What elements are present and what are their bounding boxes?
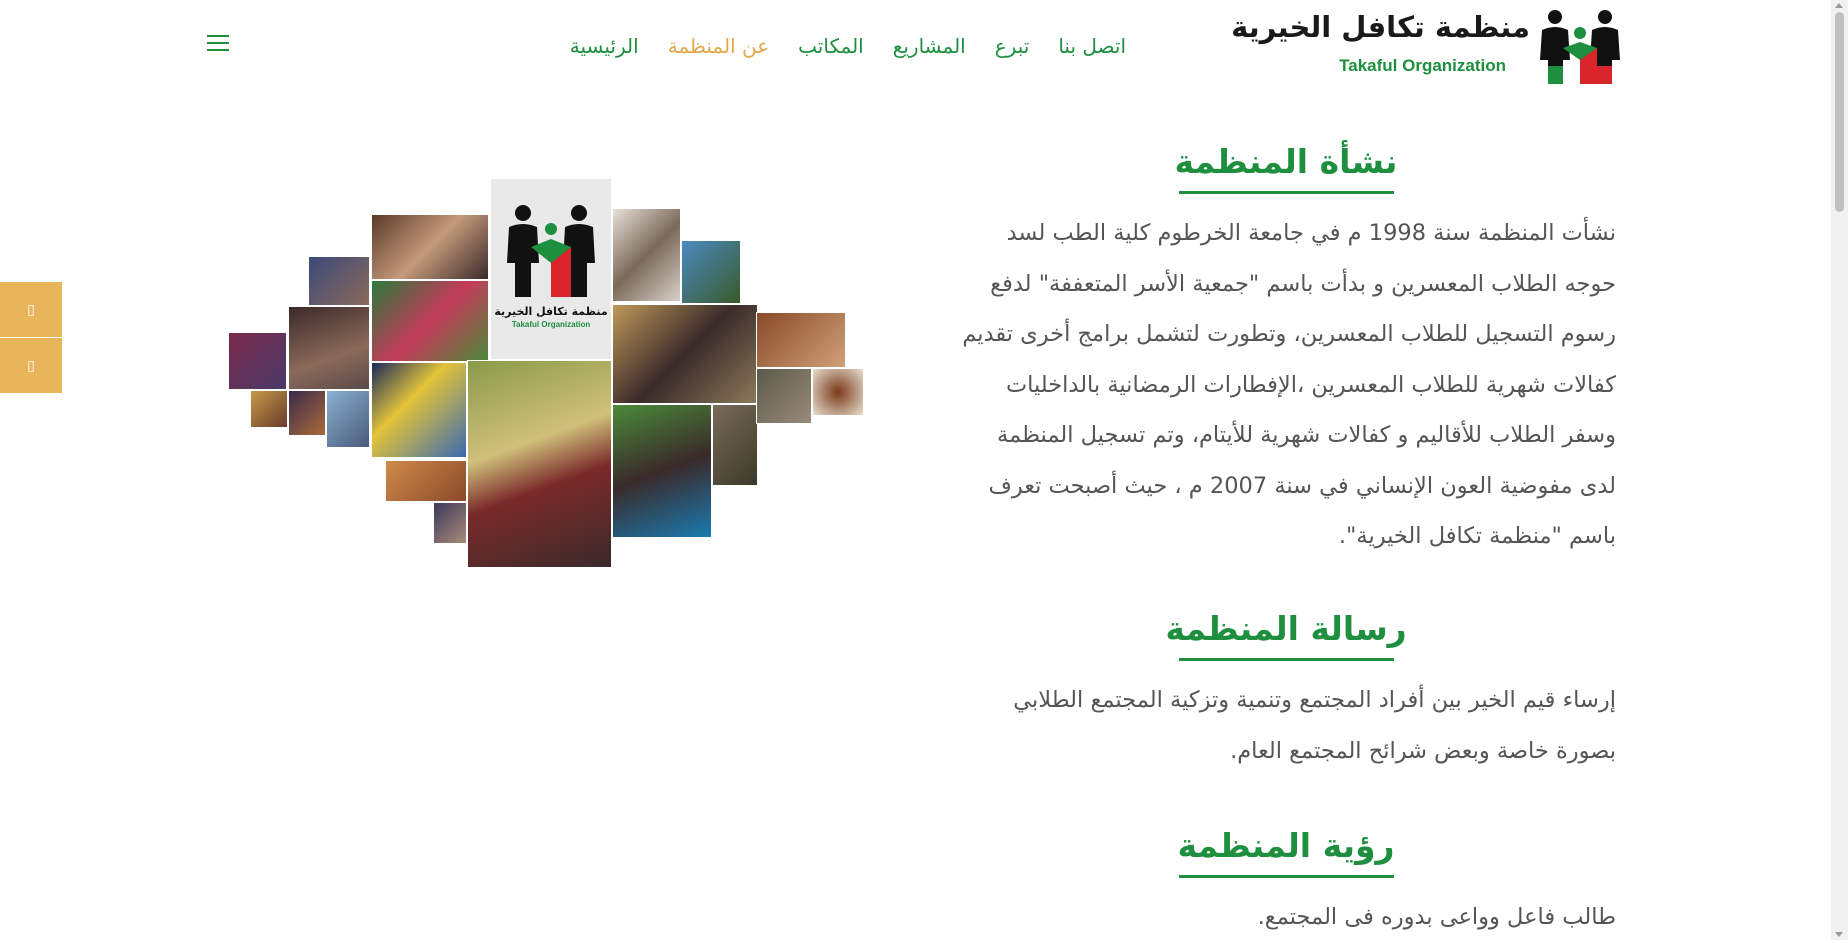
site-logo[interactable]: منظمة تكافل الخيرية Takaful Organization (1231, 8, 1624, 84)
twitter-side-tab[interactable]: ▯ (0, 338, 62, 393)
collage-photo (467, 360, 612, 568)
section-body: إرساء قيم الخير بين أفراد المجتمع وتنمية… (1013, 687, 1616, 764)
collage-photo (756, 368, 812, 424)
section-title: رؤية المنظمة (1177, 826, 1395, 865)
collage-photo (433, 502, 467, 544)
scrollbar-thumb[interactable] (1835, 12, 1844, 212)
logo-english-text: Takaful Organization (1339, 56, 1506, 75)
section-body: طالب فاعل وواعى بدوره فى المجتمع. (1257, 904, 1616, 930)
section-body: نشأت المنظمة سنة 1998 م في جامعة الخرطوم… (962, 220, 1616, 549)
collage-photo (612, 404, 712, 538)
collage-logo-arabic: منظمة تكافل الخيرية (494, 305, 608, 318)
scroll-down-arrow-icon[interactable] (1835, 932, 1843, 937)
collage-photo (228, 332, 287, 390)
nav-contact[interactable]: اتصل بنا (1058, 34, 1126, 58)
hamburger-menu-icon[interactable] (207, 35, 229, 53)
section-vision: رؤية المنظمة طالب فاعل وواعى بدوره فى ال… (956, 826, 1617, 943)
twitter-icon: ▯ (27, 357, 35, 374)
title-underline (1178, 191, 1394, 194)
family-logo-icon (507, 205, 595, 297)
nav-about[interactable]: عن المنظمة (668, 34, 769, 58)
family-logo-icon (1540, 10, 1620, 84)
collage-photo (250, 390, 288, 428)
collage-photo (612, 208, 681, 302)
scroll-up-arrow-icon[interactable] (1835, 3, 1843, 8)
collage-photo (612, 304, 758, 404)
logo-arabic-text: منظمة تكافل الخيرية (1231, 10, 1530, 44)
facebook-side-tab[interactable]: ▯ (0, 282, 62, 337)
collage-center-logo: منظمة تكافل الخيرية Takaful Organization (490, 178, 612, 360)
title-underline (1178, 658, 1394, 661)
collage-photo (385, 460, 467, 502)
collage-logo-english: Takaful Organization (511, 320, 591, 329)
facebook-icon: ▯ (27, 301, 35, 318)
title-underline (1178, 875, 1394, 878)
collage-photo (681, 240, 741, 304)
section-title: نشأة المنظمة (1174, 142, 1398, 181)
collage-photo (371, 280, 489, 362)
section-title: رسالة المنظمة (1165, 609, 1407, 648)
page-scrollbar[interactable] (1831, 0, 1848, 940)
collage-photo (288, 390, 326, 436)
main-nav: الرئيسية عن المنظمة المكاتب المشاريع تبر… (570, 34, 1126, 58)
collage-photo (812, 368, 864, 416)
collage-photo (756, 312, 846, 368)
nav-projects[interactable]: المشاريع (893, 34, 966, 58)
photo-collage: منظمة تكافل الخيرية Takaful Organization (228, 178, 864, 568)
section-origin: نشأة المنظمة نشأت المنظمة سنة 1998 م في … (956, 142, 1616, 562)
collage-photo (712, 404, 758, 486)
collage-photo (326, 390, 370, 448)
nav-donate[interactable]: تبرع (995, 34, 1030, 58)
nav-offices[interactable]: المكاتب (798, 34, 864, 58)
collage-photo (371, 362, 467, 458)
collage-photo (371, 214, 489, 280)
nav-home[interactable]: الرئيسية (570, 34, 639, 58)
collage-photo (308, 256, 370, 306)
collage-photo (288, 306, 370, 390)
section-mission: رسالة المنظمة إرساء قيم الخير بين أفراد … (956, 609, 1616, 776)
